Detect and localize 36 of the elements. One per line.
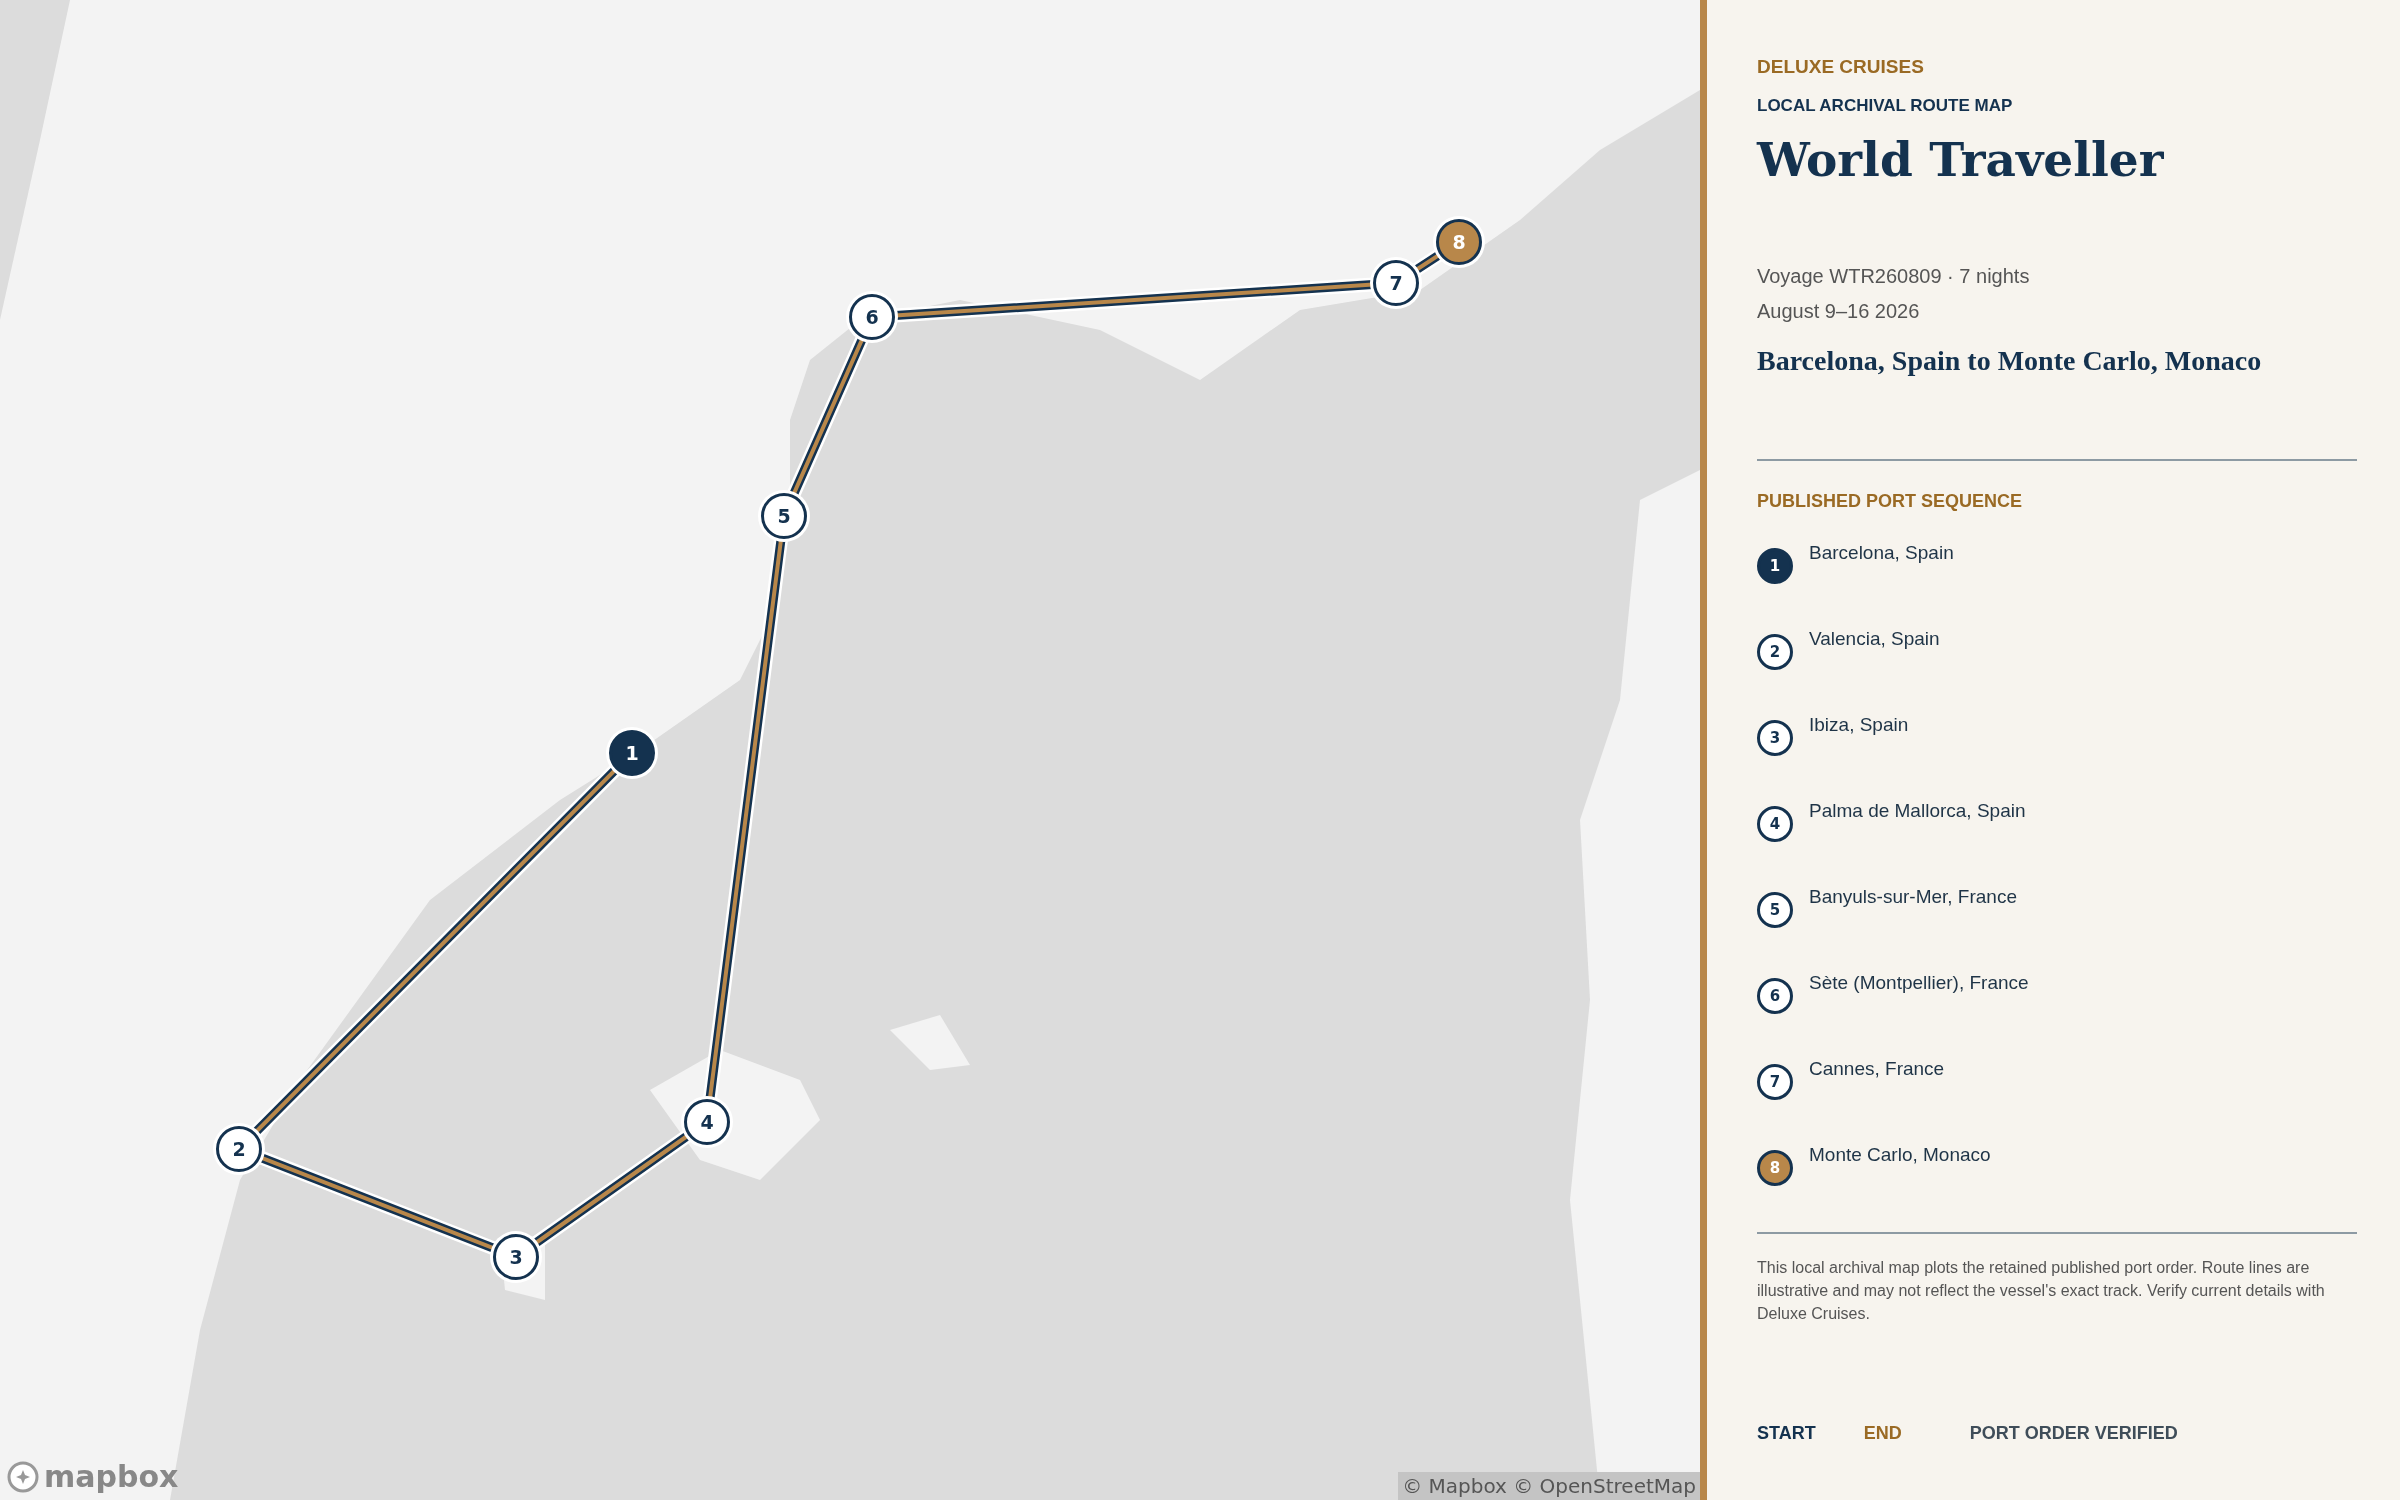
port-number: 1 [1757,548,1793,584]
map-subtitle: LOCAL ARCHIVAL ROUTE MAP [1757,96,2014,116]
voyage-dates: August 9–16 2026 [1757,300,1921,323]
ship-title: World Traveller [1757,132,2165,187]
legend-label: PORT ORDER VERIFIED [1969,1423,2178,1444]
port-marker[interactable]: 3 [493,1234,539,1280]
port-name: Ibiza, Spain [1809,714,1909,736]
port-marker[interactable]: 4 [684,1099,730,1145]
port-number: 6 [1757,978,1793,1014]
port-number: 5 [1757,892,1793,928]
route-summary: Barcelona, Spain to Monte Carlo, Monaco [1757,345,2263,377]
port-number: 3 [1757,720,1793,756]
port-marker[interactable]: 2 [216,1126,262,1172]
port-number: 2 [1757,634,1793,670]
port-name: Valencia, Spain [1809,628,1940,650]
legend-label: START [1757,1423,1816,1444]
port-marker[interactable]: 7 [1373,260,1419,306]
port-marker[interactable]: 1 [609,730,655,776]
section-heading: PUBLISHED PORT SEQUENCE [1757,491,2024,512]
port-name: Sète (Montpellier), France [1809,972,2029,994]
brand-name: DELUXE CRUISES [1757,56,1925,78]
port-name: Banyuls-sur-Mer, France [1809,886,2017,908]
port-marker[interactable]: 5 [761,493,807,539]
port-marker[interactable]: 6 [849,294,895,340]
voyage-info: Voyage WTR260809 · 7 nights [1757,265,2031,288]
disclaimer-text: This local archival map plots the retained published port order. Route lines are illustrative and may not reflect the vessel's exact track. Verify current details with Deluxe Cruises. [1757,1258,2326,1324]
port-number: 7 [1757,1064,1793,1100]
compass-icon [6,1459,40,1494]
port-number: 4 [1757,806,1793,842]
port-name: Cannes, France [1809,1058,1945,1080]
legend-label: END [1863,1423,1902,1444]
port-name: Palma de Mallorca, Spain [1809,800,2026,822]
port-number: 8 [1757,1150,1793,1186]
port-name: Barcelona, Spain [1809,542,1954,564]
port-name: Monte Carlo, Monaco [1809,1144,1991,1166]
map-attribution[interactable]: © Mapbox © OpenStreetMap [1398,1472,1700,1500]
